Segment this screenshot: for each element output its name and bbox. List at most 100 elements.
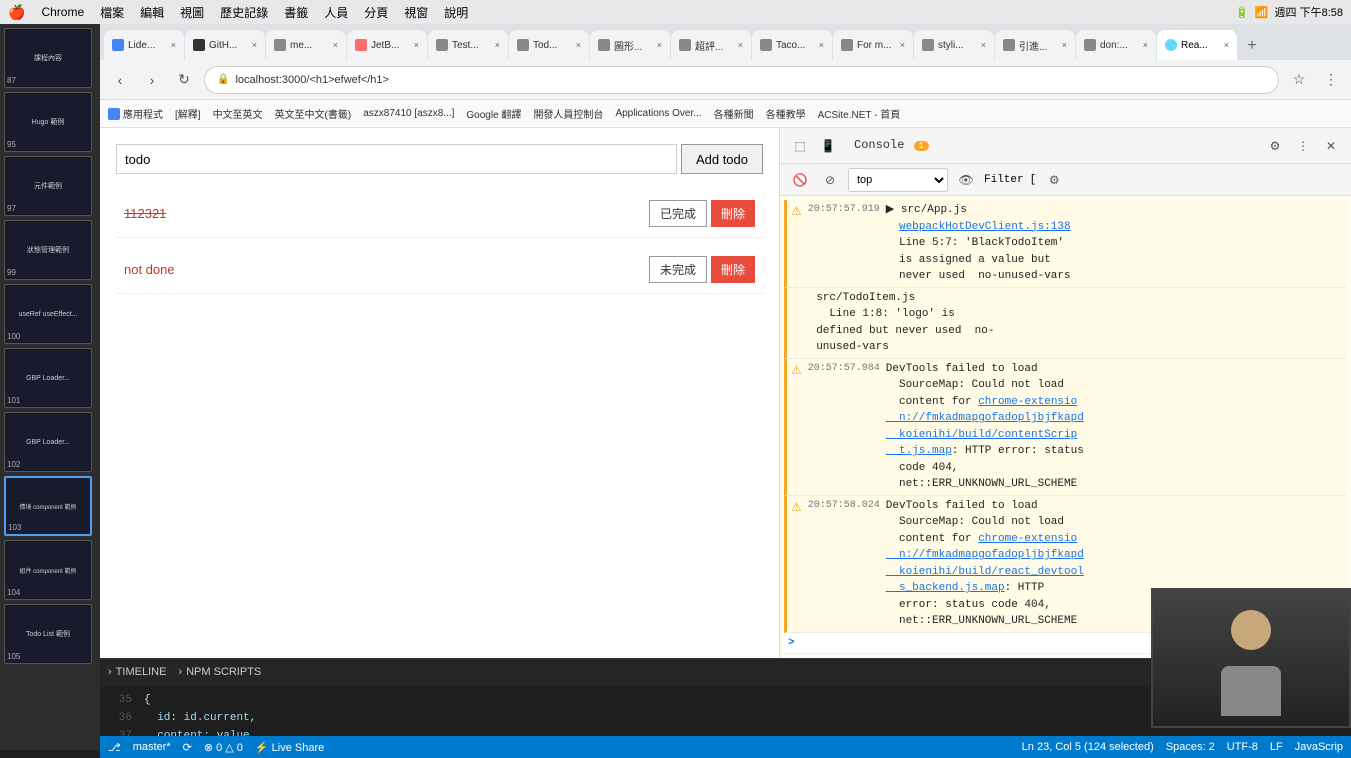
slide-99-preview: 狀態管理範例 (5, 221, 91, 279)
devtools-settings2-icon[interactable]: ⚙ (1042, 168, 1066, 192)
webcam-overlay (1151, 588, 1351, 728)
bookmark-devtools[interactable]: 開發人員控制台 (533, 106, 603, 121)
tab-figure[interactable]: 圖形... × (590, 30, 670, 60)
tab-lide[interactable]: Lide... × (104, 30, 184, 60)
liveshare-button[interactable]: ⚡ Live Share (255, 741, 324, 754)
tab-me-close[interactable]: × (333, 40, 338, 50)
menubar-history[interactable]: 歷史記錄 (220, 4, 268, 21)
tab-rea[interactable]: Rea... × (1157, 30, 1237, 60)
tab-jetb[interactable]: JetB... × (347, 30, 427, 60)
tab-doi-close[interactable]: × (1062, 40, 1067, 50)
todo-item-1-done-button[interactable]: 已完成 (649, 200, 707, 227)
devtools-preserve-icon[interactable]: ⊘ (818, 168, 842, 192)
back-button[interactable]: ‹ (108, 68, 132, 92)
menubar-window[interactable]: 視窗 (404, 4, 428, 21)
webcam-person (1153, 590, 1349, 726)
tab-doi[interactable]: 引進... × (995, 30, 1075, 60)
slide-105[interactable]: Todo List 範例 105 (4, 604, 92, 664)
devtools-more-icon[interactable]: ⋮ (1291, 134, 1315, 158)
console-link-1[interactable]: webpackHotDevClient.js:138 (899, 221, 1071, 233)
address-bar[interactable]: 🔒 localhost:3000/<h1>efwef</h1> (204, 66, 1279, 94)
bookmark-aszx[interactable]: aszx87410 [aszx8...] (363, 108, 454, 119)
tab-style-close[interactable]: × (981, 40, 986, 50)
slide-87[interactable]: 課程內容 87 (4, 28, 92, 88)
bookmark-zh-en[interactable]: 中文至英文 (213, 106, 263, 121)
slide-95[interactable]: Hugo 範例 95 (4, 92, 92, 152)
forward-button[interactable]: › (140, 68, 164, 92)
context-select[interactable]: top (848, 168, 948, 192)
bookmark-applications[interactable]: Applications Over... (615, 108, 701, 119)
add-todo-button[interactable]: Add todo (681, 144, 763, 174)
tab-test-close[interactable]: × (495, 40, 500, 50)
menubar-bookmarks[interactable]: 書籤 (284, 4, 308, 21)
tab-tod[interactable]: Tod... × (509, 30, 589, 60)
console-link-3[interactable]: chrome-extensio n://fmkadmapgofadopljbjf… (886, 396, 1084, 458)
errors-count[interactable]: ⊗ 0 △ 0 (204, 741, 243, 754)
tab-taco[interactable]: Taco... × (752, 30, 832, 60)
apple-menu[interactable]: 🍎 (8, 4, 25, 21)
apps-favicon (108, 108, 120, 120)
todo-item-1-delete-button[interactable]: 刪除 (711, 200, 755, 227)
menubar-people[interactable]: 人員 (324, 4, 348, 21)
tab-github[interactable]: GitH... × (185, 30, 265, 60)
bookmark-news[interactable]: 各種新聞 (714, 106, 754, 121)
todo-item-2-delete-button[interactable]: 刪除 (711, 256, 755, 283)
settings-button[interactable]: ⋮ (1319, 68, 1343, 92)
bookmark-en-zh[interactable]: 英文至中文(書籤) (275, 106, 352, 121)
git-branch[interactable]: master* (133, 741, 171, 753)
slide-100[interactable]: useRef useEffect... 100 (4, 284, 92, 344)
tab-test[interactable]: Test... × (428, 30, 508, 60)
menubar-edit[interactable]: 編輯 (140, 4, 164, 21)
bookmark-edu[interactable]: 各種教學 (766, 106, 806, 121)
devtools-gear-icon[interactable]: ⚙ (1263, 134, 1287, 158)
tab-form[interactable]: For m... × (833, 30, 913, 60)
language-indicator[interactable]: JavaScrip (1295, 741, 1343, 753)
menubar-file[interactable]: 檔案 (100, 4, 124, 21)
bookmark-acsite[interactable]: ACSite.NET - 首頁 (818, 106, 901, 121)
console-time-3: 20:57:57.984 (808, 361, 880, 376)
tab-lide-close[interactable]: × (171, 40, 176, 50)
tab-me[interactable]: me... × (266, 30, 346, 60)
bookmark-google-translate[interactable]: Google 翻譯 (466, 106, 521, 121)
menubar-tabs[interactable]: 分頁 (364, 4, 388, 21)
tab-don-close[interactable]: × (1143, 40, 1148, 50)
slide-101[interactable]: GBP Loader... 101 (4, 348, 92, 408)
tab-form-close[interactable]: × (900, 40, 905, 50)
tab-style[interactable]: styli... × (914, 30, 994, 60)
slide-102[interactable]: GBP Loader... 102 (4, 412, 92, 472)
slide-104[interactable]: 組件 component 範例 104 (4, 540, 92, 600)
devtools-clear-icon[interactable]: 🚫 (788, 168, 812, 192)
slide-99[interactable]: 狀態管理範例 99 (4, 220, 92, 280)
tab-chao[interactable]: 超評... × (671, 30, 751, 60)
menubar-chrome[interactable]: Chrome (41, 5, 84, 19)
console-link-4[interactable]: chrome-extensio n://fmkadmapgofadopljbjf… (886, 533, 1084, 595)
todo-item-2-done-button[interactable]: 未完成 (649, 256, 707, 283)
menubar-view[interactable]: 視圖 (180, 4, 204, 21)
bookmark-edu-label: 各種教學 (766, 106, 806, 121)
tab-don[interactable]: don:... × (1076, 30, 1156, 60)
panel-tab-npm[interactable]: › NPM SCRIPTS (178, 659, 261, 687)
devtools-device-icon[interactable]: 📱 (816, 134, 840, 158)
reload-button[interactable]: ↻ (172, 68, 196, 92)
todo-input[interactable] (116, 144, 677, 174)
devtools-close-icon[interactable]: ✕ (1319, 134, 1343, 158)
bookmark-apps[interactable]: 應用程式 (108, 106, 163, 121)
slide-103[interactable]: 情境 component 範例 103 (4, 476, 92, 536)
devtools-inspect-icon[interactable]: ⬚ (788, 134, 812, 158)
panel-tab-timeline[interactable]: › TIMELINE (108, 659, 166, 687)
devtools-eye-icon[interactable]: 👁 (954, 168, 978, 192)
tab-taco-close[interactable]: × (819, 40, 824, 50)
bookmark-explain[interactable]: [解釋] (175, 106, 201, 121)
sync-icon[interactable]: ⟳ (183, 741, 192, 754)
tab-tod-close[interactable]: × (576, 40, 581, 50)
devtools-tab-console[interactable]: Console 1 (844, 134, 939, 158)
menubar-help[interactable]: 說明 (444, 4, 468, 21)
tab-figure-close[interactable]: × (657, 40, 662, 50)
tab-rea-close[interactable]: × (1224, 40, 1229, 50)
tab-github-close[interactable]: × (252, 40, 257, 50)
tab-chao-close[interactable]: × (738, 40, 743, 50)
bookmark-star[interactable]: ☆ (1287, 68, 1311, 92)
new-tab-button[interactable]: + (1238, 32, 1266, 60)
slide-97[interactable]: 元件範例 97 (4, 156, 92, 216)
tab-jetb-close[interactable]: × (414, 40, 419, 50)
